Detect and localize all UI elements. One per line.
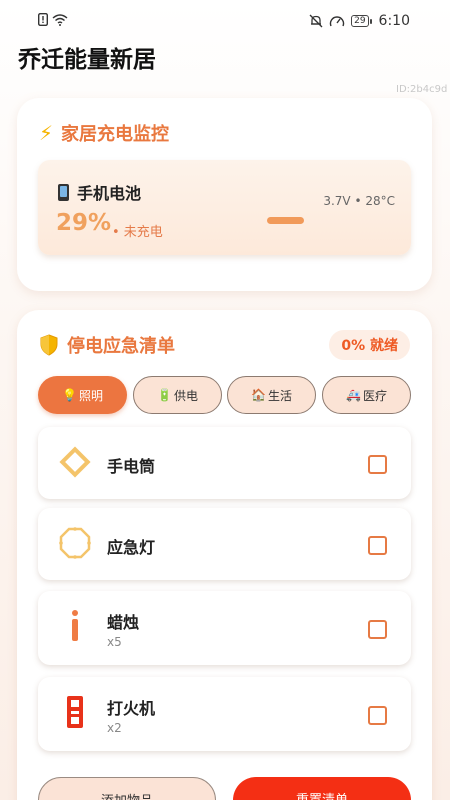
list-item-flashlight[interactable]: 手电筒 [38,427,411,499]
lightning-icon: ⚡ [39,121,54,145]
battery-tab-icon: 🔋 [157,388,172,402]
checklist-title: 停电应急清单 [67,336,175,357]
bell-muted-icon [309,14,323,28]
charging-monitor-card: ⚡ 家居充电监控 手机电池 29% • 未充电 3.7V • 28°C [17,98,432,291]
tab-lighting[interactable]: 💡 照明 [38,376,127,414]
item-name: 手电筒 [107,457,156,476]
phone-battery-panel[interactable]: 手机电池 29% • 未充电 3.7V • 28°C [38,160,411,255]
flashlight-icon [58,445,92,479]
reset-list-button[interactable]: 重置清单 [233,777,411,800]
battery-level: 29 [354,16,366,26]
monitor-title: 家居充电监控 [61,124,170,145]
status-right-icons: 29 6:10 [309,13,410,29]
device-row: 手机电池 [58,180,141,204]
item-checkbox[interactable] [368,536,387,555]
voltage-temperature: 3.7V • 28°C [323,194,395,208]
battery-icon: 29 [351,15,373,27]
tab-living[interactable]: 🏠 生活 [227,376,316,414]
house-icon: 🏠 [251,388,266,402]
tab-label: 生活 [267,388,292,403]
candle-icon [58,609,92,643]
shield-icon [40,334,58,356]
wifi-icon [52,13,68,26]
lightbulb-icon: 💡 [62,388,77,402]
device-name: 手机电池 [77,184,142,203]
item-checkbox[interactable] [368,455,387,474]
checklist-header: 停电应急清单 [39,332,175,358]
list-item-emergency-light[interactable]: 应急灯 [38,508,411,580]
app-title: 乔迁能量新居 [18,47,156,73]
item-checkbox[interactable] [368,620,387,639]
item-name: 应急灯 [107,538,156,557]
battery-percent: 29% [56,210,112,236]
category-tabs: 💡 照明 🔋 供电 🏠 生活 🚑 医疗 [38,376,411,414]
tab-power[interactable]: 🔋 供电 [133,376,222,414]
charge-state: • 未充电 [112,225,163,240]
ambulance-icon: 🚑 [346,388,361,402]
tab-label: 照明 [78,388,103,403]
emergency-light-icon [58,526,92,560]
item-checkbox[interactable] [368,706,387,725]
list-item-candles[interactable]: 蜡烛 x5 [38,591,411,665]
tab-medical[interactable]: 🚑 医疗 [322,376,411,414]
ready-status-badge: 0% 就绪 [329,330,410,360]
lighter-icon [58,695,92,729]
sim-alert-icon [38,13,48,26]
emergency-checklist-card: 停电应急清单 0% 就绪 💡 照明 🔋 供电 🏠 生活 🚑 医疗 手电筒 应急灯… [17,310,432,800]
item-quantity: x5 [107,635,122,649]
speedometer-icon [329,16,345,27]
tab-label: 医疗 [362,388,387,403]
status-left-icons [38,13,68,26]
add-item-button[interactable]: 添加物品 [38,777,216,800]
watermark-id: ID:2b4c9d [396,84,448,95]
list-item-lighter[interactable]: 打火机 x2 [38,677,411,751]
phone-icon [58,183,69,201]
status-bar: 29 6:10 [0,0,450,40]
charge-indicator-bar [267,217,304,224]
tab-label: 供电 [173,388,198,403]
item-name: 打火机 [107,699,156,718]
monitor-header: ⚡ 家居充电监控 [39,120,169,146]
item-quantity: x2 [107,721,122,735]
item-name: 蜡烛 [107,613,140,632]
status-time: 6:10 [378,13,410,29]
